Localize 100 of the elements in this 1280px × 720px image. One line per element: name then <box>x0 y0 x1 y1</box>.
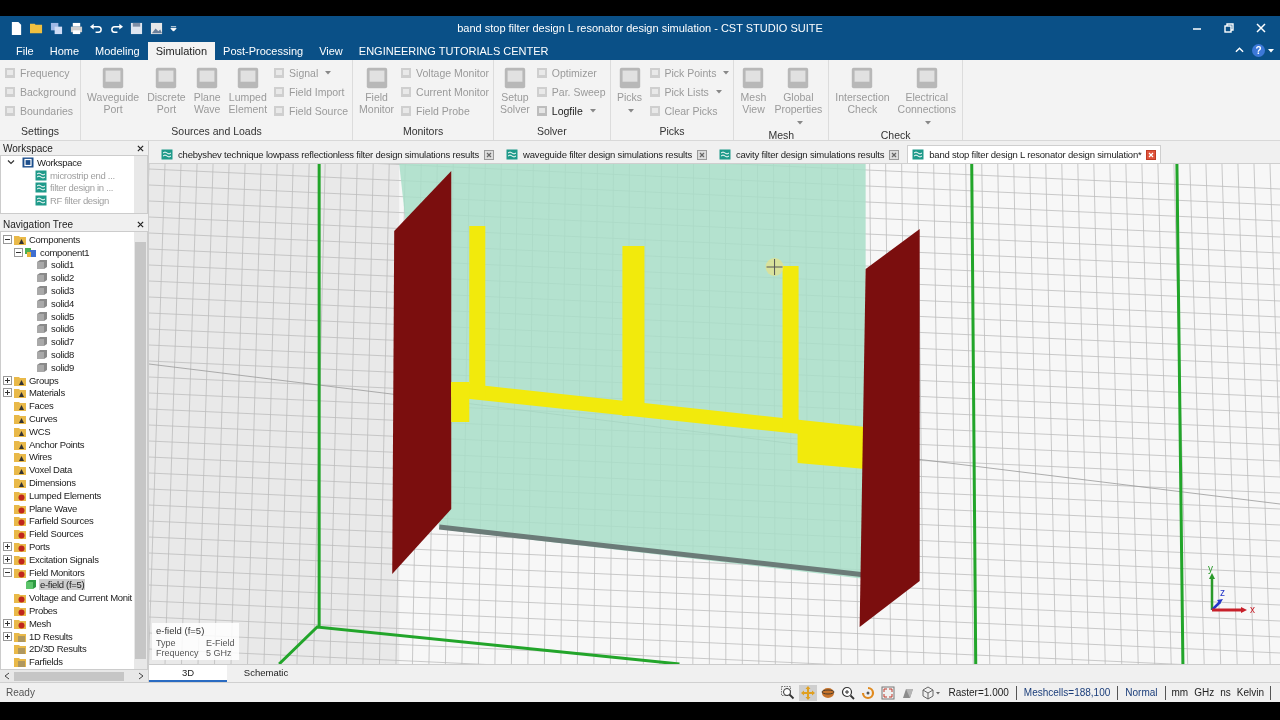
document-tab[interactable]: band stop filter design L resonator design simulation* <box>907 145 1162 163</box>
tree-item[interactable]: Components <box>28 233 81 245</box>
tree-item[interactable]: solid8 <box>50 349 76 361</box>
print-icon[interactable] <box>70 21 83 35</box>
expand-icon[interactable] <box>3 388 12 398</box>
info-title: e-field (f=5) <box>156 625 206 636</box>
ribbon-tab[interactable]: ENGINEERING TUTORIALS CENTER <box>350 42 557 60</box>
tree-item[interactable]: Curves <box>28 413 59 425</box>
expand-icon[interactable] <box>3 631 12 641</box>
viewport-mode-tab[interactable]: 3D <box>149 665 227 682</box>
tree-item[interactable]: Mesh <box>28 617 53 629</box>
tree-item[interactable]: solid2 <box>50 272 76 284</box>
close-icon[interactable] <box>137 220 144 228</box>
cube-icon <box>36 272 48 284</box>
tree-item[interactable]: solid5 <box>50 310 76 322</box>
tree-item[interactable]: Ports <box>28 541 51 552</box>
component-icon <box>25 246 37 258</box>
collapse-ribbon-icon[interactable] <box>1235 47 1244 53</box>
save-icon[interactable] <box>130 21 143 35</box>
sphere-icon <box>820 685 835 700</box>
tree-item[interactable]: Farfields <box>28 656 64 668</box>
tool-icon <box>648 85 661 98</box>
ribbon-tab[interactable]: View <box>311 42 351 60</box>
undo-icon[interactable] <box>90 21 103 35</box>
tree-item[interactable]: Wires <box>28 451 53 463</box>
ribbon-tab[interactable]: Modeling <box>87 42 148 60</box>
tree-item[interactable]: e-field (f=5) <box>39 579 86 591</box>
folder-icon <box>14 464 26 476</box>
copy-icon[interactable] <box>50 21 63 35</box>
axis-label: x <box>1250 604 1255 615</box>
expand-icon[interactable] <box>3 618 12 628</box>
tree-item[interactable]: Voxel Data <box>28 464 73 476</box>
new-file-icon[interactable] <box>10 21 23 35</box>
caret-icon[interactable] <box>170 24 177 32</box>
collapse-icon[interactable] <box>14 247 23 257</box>
scroll-left-icon[interactable] <box>4 672 10 680</box>
group-label: Mesh <box>767 129 796 143</box>
group-label: Picks <box>658 125 686 139</box>
ribbon-tab[interactable]: Post-Processing <box>215 42 312 60</box>
tree-item[interactable]: solid9 <box>50 361 76 373</box>
ribbon-tab[interactable]: Home <box>41 42 88 60</box>
scrollbar[interactable] <box>0 670 148 682</box>
tree-item[interactable]: Excitation Signals <box>28 553 100 565</box>
collapse-icon[interactable] <box>3 567 12 577</box>
expand-icon[interactable] <box>3 554 12 564</box>
ribbon-tab[interactable]: File <box>8 42 42 60</box>
viewport-mode-tab[interactable]: Schematic <box>227 665 305 682</box>
meshcells-status: Meshcells=188,100 <box>1022 687 1112 698</box>
scrollbar[interactable] <box>134 232 147 669</box>
folder-icon <box>14 630 26 642</box>
window-title: band stop filter design L resonator design simulation - CST STUDIO SUITE <box>457 22 823 34</box>
tree-item[interactable]: Field Monitors <box>28 566 86 578</box>
redo-icon[interactable] <box>110 21 123 35</box>
collapse-icon[interactable] <box>3 234 12 244</box>
tree-item[interactable]: solid6 <box>50 323 76 335</box>
tree-item[interactable]: Faces <box>28 400 55 412</box>
tree-item[interactable]: WCS <box>28 425 52 437</box>
tool-icon <box>273 66 286 79</box>
tree-item[interactable]: component1 <box>39 246 91 258</box>
tree-item[interactable]: solid3 <box>50 285 76 297</box>
view-tool-button[interactable] <box>778 684 797 701</box>
tool-icon <box>400 85 413 98</box>
tree-item[interactable]: Voltage and Current Monit <box>28 592 133 604</box>
folder-icon[interactable] <box>30 21 43 35</box>
folder-icon <box>14 451 26 463</box>
folder-icon <box>14 400 26 412</box>
document-icon <box>35 182 47 194</box>
folder-icon <box>14 477 26 489</box>
restore-icon[interactable] <box>1224 23 1234 33</box>
tree-item[interactable]: Lumped Elements <box>28 489 103 501</box>
close-icon[interactable] <box>137 144 144 152</box>
scrollbar[interactable] <box>134 156 147 213</box>
chevron-down-icon[interactable] <box>7 158 15 167</box>
expand-icon[interactable] <box>3 375 12 385</box>
tree-item[interactable]: Groups <box>28 374 60 386</box>
tree-item[interactable]: solid1 <box>50 259 76 271</box>
panel-title: Workspace <box>3 142 53 154</box>
tree-item[interactable]: Anchor Points <box>28 438 86 450</box>
cube-icon <box>36 361 48 373</box>
fit-screen-icon <box>880 685 895 700</box>
caret-icon[interactable] <box>1268 49 1274 53</box>
tree-item[interactable]: solid4 <box>50 297 76 309</box>
image-icon[interactable] <box>150 21 163 35</box>
ribbon-tab[interactable]: Simulation <box>147 42 216 60</box>
folder-icon <box>14 592 26 604</box>
rotate-arrow-icon <box>860 685 875 700</box>
tree-item[interactable]: 2D/3D Results <box>28 643 88 655</box>
help-button[interactable]: ? <box>1252 44 1265 57</box>
ribbon-button[interactable]: Logfile <box>535 103 606 118</box>
tree-item[interactable]: Workspace <box>36 156 83 168</box>
tree-item[interactable]: solid7 <box>50 336 76 348</box>
expand-icon[interactable] <box>3 542 12 551</box>
tree-item[interactable]: 1D Results <box>28 630 74 642</box>
tree-item[interactable]: Field Sources <box>28 528 85 540</box>
tree-item[interactable]: Probes <box>28 605 59 616</box>
scroll-right-icon[interactable] <box>138 672 144 680</box>
tree-item[interactable]: Materials <box>28 387 66 399</box>
tree-item[interactable]: Dimensions <box>28 477 77 489</box>
tree-item[interactable]: Plane Wave <box>28 502 78 514</box>
tree-item[interactable]: Farfield Sources <box>28 515 95 527</box>
